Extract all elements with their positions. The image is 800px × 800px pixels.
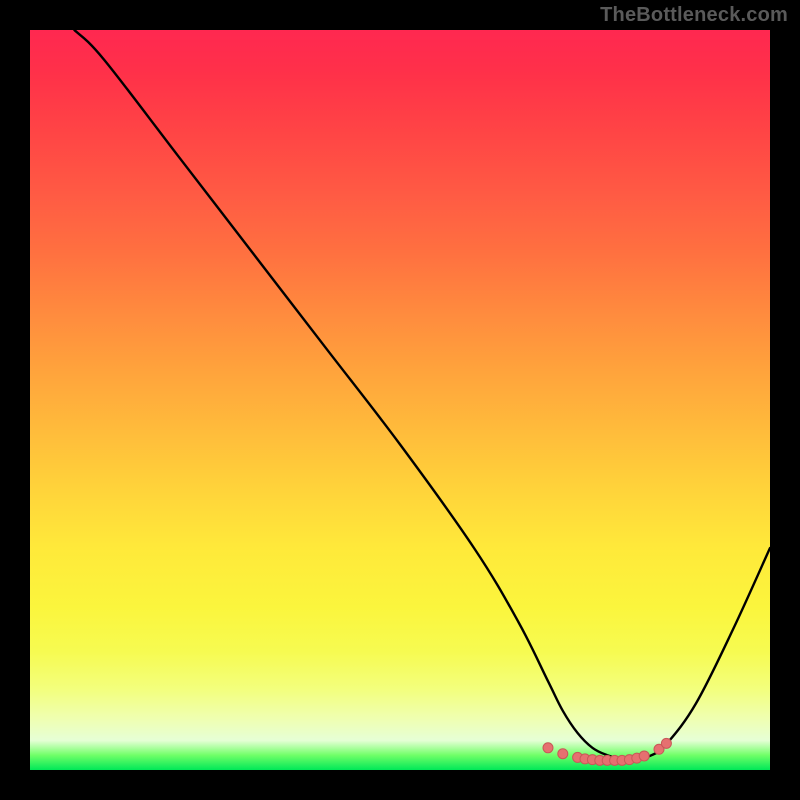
curve-dot <box>661 738 671 748</box>
watermark-text: TheBottleneck.com <box>600 4 788 27</box>
chart-svg <box>30 30 770 770</box>
bottleneck-curve-line <box>74 30 770 759</box>
curve-dot <box>558 749 568 759</box>
curve-dot <box>543 743 553 753</box>
curve-minimum-dots <box>543 738 671 765</box>
curve-dot <box>639 751 649 761</box>
chart-plot-area <box>30 30 770 770</box>
chart-frame: TheBottleneck.com <box>0 0 800 800</box>
